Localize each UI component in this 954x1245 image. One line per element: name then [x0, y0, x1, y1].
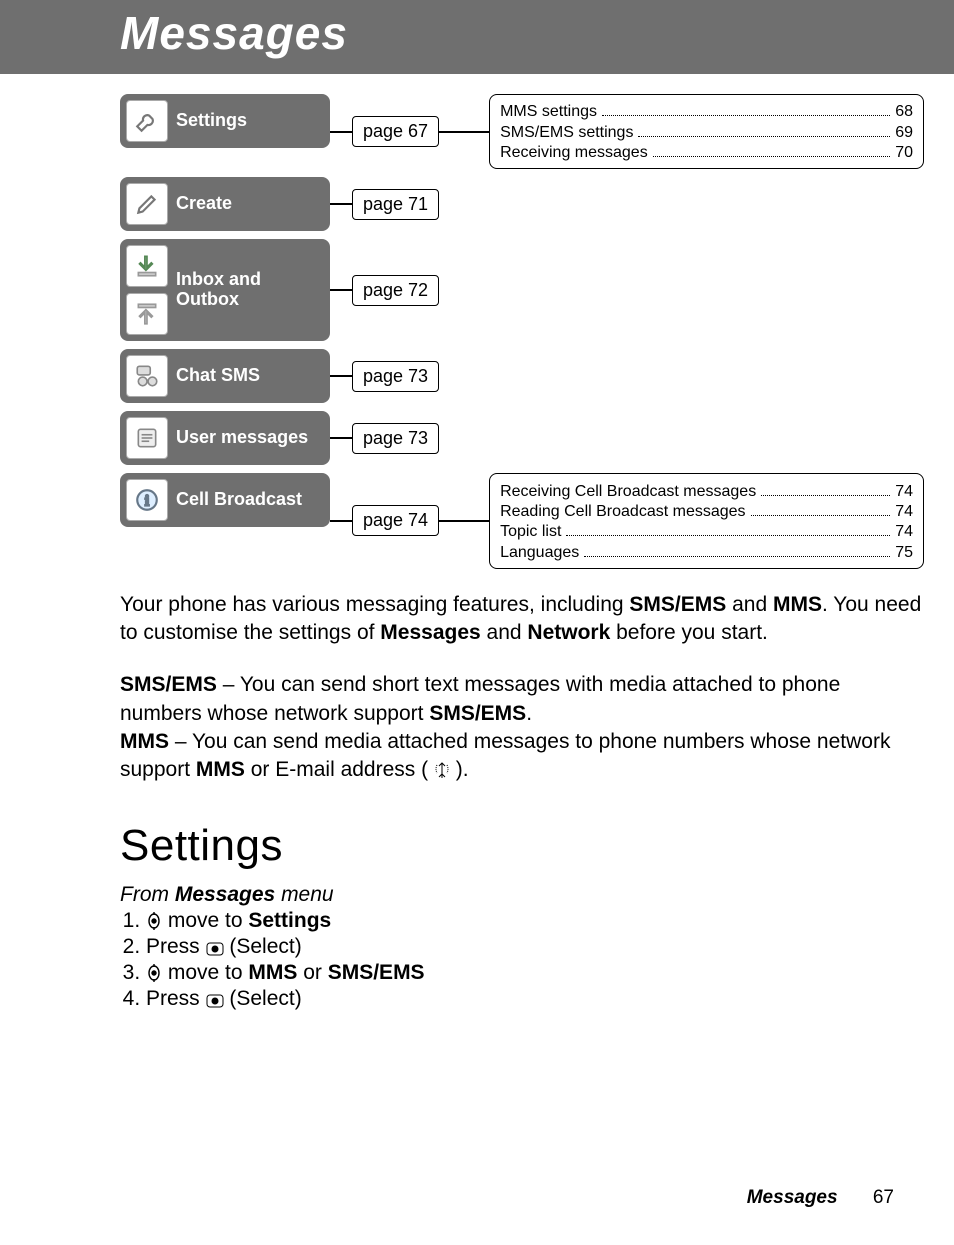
- page-ref[interactable]: page 73: [352, 423, 439, 454]
- connector-line: [330, 520, 352, 522]
- menu-row-create: Create page 71: [120, 177, 924, 231]
- steps-list: move to Settings Press (Select) move to …: [120, 909, 924, 1011]
- menu-button-inbox-outbox[interactable]: Inbox and Outbox: [120, 239, 330, 341]
- svg-text:i: i: [145, 493, 149, 510]
- page-footer: Messages 67: [747, 1187, 894, 1209]
- chapter-title: Messages: [120, 7, 348, 59]
- toc-entry[interactable]: Receiving messages70: [500, 142, 913, 162]
- menu-label: Cell Broadcast: [176, 490, 302, 510]
- antenna-icon: [434, 761, 450, 779]
- step-2: Press (Select): [146, 935, 924, 959]
- page-ref[interactable]: page 67: [352, 116, 439, 147]
- menu-button-settings[interactable]: Settings: [120, 94, 330, 148]
- step-3: move to MMS or SMS/EMS: [146, 961, 924, 985]
- menu-row-chat-sms: Chat SMS page 73: [120, 349, 924, 403]
- menu-label: Create: [176, 194, 232, 214]
- intro-paragraph-2: SMS/EMS – You can send short text messag…: [120, 671, 924, 784]
- select-key-icon: [206, 994, 224, 1008]
- menu-button-create[interactable]: Create: [120, 177, 330, 231]
- toc-entry[interactable]: SMS/EMS settings69: [500, 121, 913, 141]
- page-ref[interactable]: page 72: [352, 275, 439, 306]
- subtopic-box-settings: MMS settings68 SMS/EMS settings69 Receiv…: [489, 94, 924, 169]
- menu-label: User messages: [176, 428, 308, 448]
- toc-entry[interactable]: Topic list74: [500, 521, 913, 541]
- menu-label: Chat SMS: [176, 366, 260, 386]
- connector-line: [439, 520, 489, 522]
- connector-line: [439, 131, 489, 133]
- page-ref[interactable]: page 73: [352, 361, 439, 392]
- connector-line: [330, 203, 352, 205]
- step-1: move to Settings: [146, 909, 924, 933]
- connector-line: [330, 131, 352, 133]
- select-key-icon: [206, 942, 224, 956]
- menu-button-chat-sms[interactable]: Chat SMS: [120, 349, 330, 403]
- menu-row-cell-broadcast: i Cell Broadcast page 74 Receiving Cell …: [120, 473, 924, 569]
- connector-line: [330, 437, 352, 439]
- info-icon: i: [126, 479, 168, 521]
- toc-entry[interactable]: Reading Cell Broadcast messages74: [500, 501, 913, 521]
- footer-section: Messages: [747, 1187, 838, 1208]
- toc-entry[interactable]: MMS settings68: [500, 101, 913, 121]
- toc-entry[interactable]: Receiving Cell Broadcast messages74: [500, 480, 913, 500]
- connector-line: [330, 289, 352, 291]
- page-ref[interactable]: page 74: [352, 505, 439, 536]
- page-number: 67: [873, 1187, 894, 1208]
- nav-key-icon: [146, 912, 162, 930]
- page-ref[interactable]: page 71: [352, 189, 439, 220]
- menu-label: Inbox and Outbox: [176, 270, 322, 310]
- menu-row-settings: Settings page 67 MMS settings68 SMS/EMS …: [120, 94, 924, 169]
- pencil-icon: [126, 183, 168, 225]
- step-4: Press (Select): [146, 987, 924, 1011]
- menu-row-user-messages: User messages page 73: [120, 411, 924, 465]
- list-icon: [126, 417, 168, 459]
- outbox-icon: [126, 293, 168, 335]
- from-menu-line: From Messages menu: [120, 883, 924, 907]
- menu-row-inbox-outbox: Inbox and Outbox page 72: [120, 239, 924, 341]
- nav-key-icon: [146, 964, 162, 982]
- subtopic-box-cell-broadcast: Receiving Cell Broadcast messages74 Read…: [489, 473, 924, 569]
- menu-label: Settings: [176, 111, 247, 131]
- toc-entry[interactable]: Languages75: [500, 541, 913, 561]
- menu-button-user-messages[interactable]: User messages: [120, 411, 330, 465]
- chat-icon: [126, 355, 168, 397]
- wrench-icon: [126, 100, 168, 142]
- chapter-header: Messages: [0, 0, 954, 74]
- connector-line: [330, 375, 352, 377]
- intro-paragraph-1: Your phone has various messaging feature…: [120, 591, 924, 648]
- inbox-icon: [126, 245, 168, 287]
- section-heading-settings: Settings: [120, 821, 924, 871]
- menu-button-cell-broadcast[interactable]: i Cell Broadcast: [120, 473, 330, 527]
